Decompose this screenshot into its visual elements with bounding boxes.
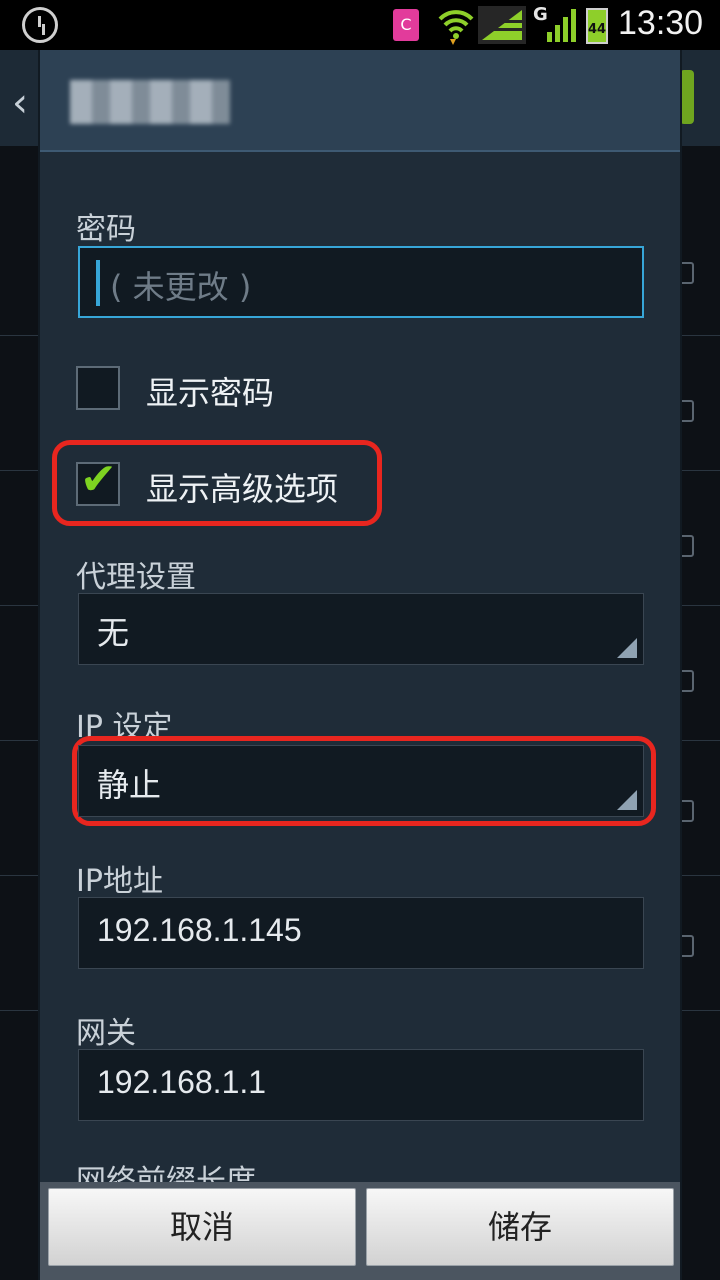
dropdown-arrow-icon	[617, 790, 637, 810]
proxy-value: 无	[97, 614, 130, 652]
dialog-title-bar	[40, 50, 680, 152]
cancel-button[interactable]: 取消	[48, 1188, 356, 1266]
wifi-config-dialog: 密码 ( 未更改 ) 显示密码 ✔ 显示高级选项 代理设置 无 IP 设定 静止…	[38, 50, 682, 1280]
password-placeholder: ( 未更改 )	[110, 268, 252, 306]
show-password-label[interactable]: 显示密码	[146, 368, 274, 414]
proxy-select[interactable]: 无	[78, 593, 644, 665]
wifi-icon	[438, 10, 474, 45]
gateway-value: 192.168.1.1	[97, 1064, 267, 1100]
alarm-icon	[22, 7, 58, 43]
background-button	[680, 70, 694, 124]
ip-address-input[interactable]: 192.168.1.145	[78, 897, 644, 969]
text-caret	[96, 260, 100, 306]
ip-address-value: 192.168.1.145	[97, 912, 302, 948]
ip-settings-select[interactable]: 静止	[78, 745, 644, 817]
clock: 13:30	[618, 4, 704, 42]
dialog-button-bar: 取消 储存	[40, 1182, 680, 1280]
dialog-title-redacted	[70, 80, 230, 124]
proxy-label: 代理设置	[76, 560, 196, 595]
show-password-checkbox[interactable]	[76, 366, 120, 410]
show-advanced-checkbox[interactable]: ✔	[76, 454, 120, 506]
dropdown-arrow-icon	[617, 638, 637, 658]
ip-settings-value: 静止	[97, 766, 162, 804]
password-label: 密码	[76, 212, 136, 247]
gateway-label: 网关	[76, 1016, 136, 1051]
status-bar: C G 44 13:30	[0, 0, 720, 50]
save-button[interactable]: 储存	[366, 1188, 674, 1266]
password-input[interactable]: ( 未更改 )	[78, 246, 644, 318]
check-icon: ✔	[80, 454, 117, 505]
sim-icon: C	[393, 9, 419, 41]
signal-icon	[478, 6, 526, 44]
back-icon[interactable]: ‹	[12, 80, 28, 126]
show-advanced-label[interactable]: 显示高级选项	[146, 464, 338, 510]
battery-icon: 44	[586, 8, 608, 44]
gateway-input[interactable]: 192.168.1.1	[78, 1049, 644, 1121]
signal-icon	[547, 9, 576, 42]
ip-address-label: IP地址	[76, 864, 163, 899]
